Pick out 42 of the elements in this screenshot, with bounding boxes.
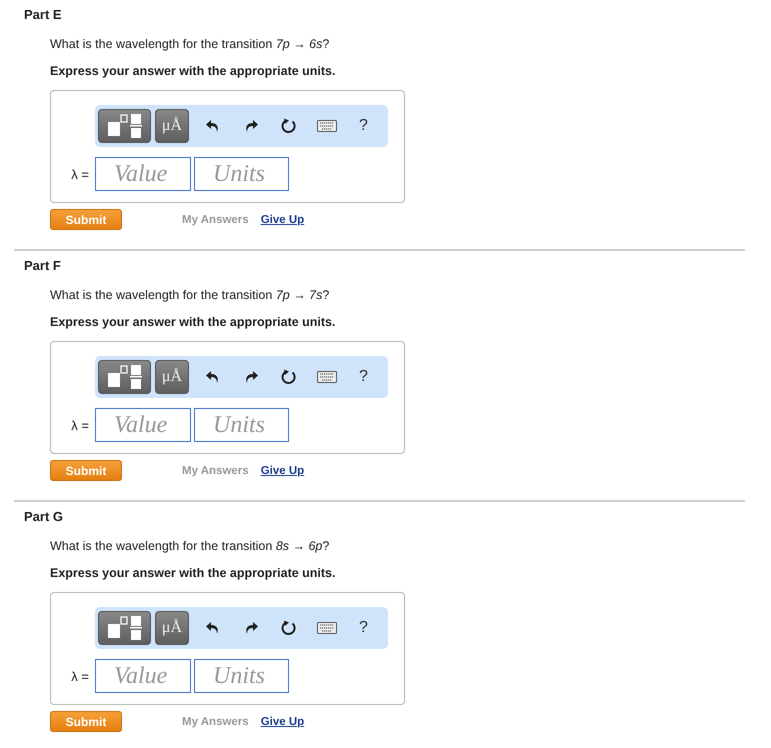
keyboard-icon[interactable] [317, 120, 337, 132]
units-button[interactable]: μÅ [155, 360, 189, 394]
instruction-text: Express your answer with the appropriate units. [50, 314, 336, 330]
question-text: What is the wavelength for the transition 8s → 6p? [50, 538, 330, 554]
value-field[interactable]: Value [95, 408, 191, 442]
units-field[interactable]: Units [194, 157, 289, 191]
value-field[interactable]: Value [95, 659, 191, 693]
submit-button[interactable]: Submit [50, 460, 122, 481]
give-up-link[interactable]: Give Up [260, 716, 304, 728]
templates-button[interactable] [98, 360, 151, 394]
variable-label: λ = [70, 166, 90, 182]
instruction-text: Express your answer with the appropriate units. [50, 565, 336, 581]
part-title: Part F [24, 258, 61, 274]
question-text: What is the wavelength for the transition 7p → 6s? [50, 36, 330, 52]
give-up-link[interactable]: Give Up [260, 464, 304, 476]
variable-label: λ = [70, 668, 90, 684]
variable-label: λ = [70, 418, 90, 432]
keyboard-icon[interactable] [317, 622, 337, 634]
value-field[interactable]: Value [95, 157, 191, 191]
reset-icon[interactable] [281, 620, 297, 636]
units-field[interactable]: Units [194, 408, 289, 442]
part-title: Part E [24, 7, 62, 23]
templates-icon [108, 365, 142, 389]
help-button[interactable]: ? [359, 117, 368, 135]
question-text: What is the wavelength for the transition 7p → 7s? [50, 287, 330, 303]
instruction-text: Express your answer with the appropriate units. [50, 63, 336, 79]
reset-icon[interactable] [281, 369, 297, 385]
give-up-link[interactable]: Give Up [260, 214, 304, 226]
templates-button[interactable] [98, 109, 151, 143]
keyboard-icon[interactable] [317, 371, 337, 383]
units-button[interactable]: μÅ [155, 611, 189, 645]
templates-icon [108, 114, 142, 138]
reset-icon[interactable] [281, 118, 297, 134]
units-field[interactable]: Units [194, 659, 289, 693]
templates-icon [108, 616, 142, 640]
part-title: Part G [24, 509, 64, 525]
submit-button[interactable]: Submit [50, 209, 122, 230]
help-button[interactable]: ? [359, 368, 368, 386]
help-button[interactable]: ? [359, 619, 368, 637]
submit-button[interactable]: Submit [50, 711, 122, 732]
templates-button[interactable] [98, 611, 151, 645]
units-button[interactable]: μÅ [155, 109, 189, 143]
